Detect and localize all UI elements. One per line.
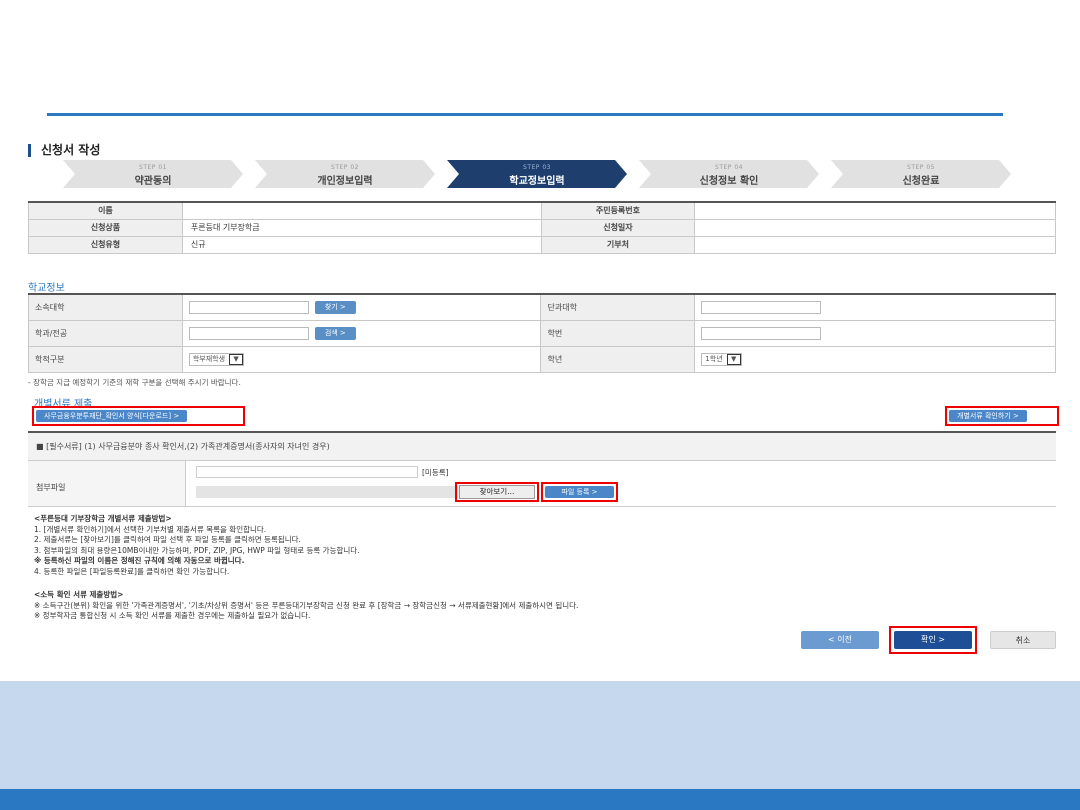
top-divider	[47, 113, 1003, 116]
step-1: STEP 01 약관동의	[63, 160, 243, 188]
footer-band	[0, 681, 1080, 789]
chevron-down-icon: ▼	[229, 353, 244, 365]
date-value	[694, 218, 1056, 237]
confirm-button[interactable]: 확인 >	[894, 631, 972, 649]
file-name-field	[196, 466, 418, 478]
step-5: STEP 05 신청완료	[831, 160, 1011, 188]
student-id-label: 학번	[540, 319, 696, 347]
college-label: 단과대학	[540, 293, 696, 321]
form-download-button[interactable]: 사무금융우분투재단_확인서 양식[다운로드] >	[36, 410, 188, 422]
applicant-info-table: 이름 주민등록번호 신청상품 푸른등대 기부장학금 신청일자 신청유형 신규 기…	[28, 201, 1056, 254]
product-value: 푸른등대 기부장학금	[181, 218, 542, 237]
enrollment-note: - 장학금 지급 예정학기 기준의 재학 구분을 선택해 주시기 바랍니다.	[28, 378, 241, 387]
student-id-cell	[694, 319, 1056, 347]
status-select[interactable]: 학부재학생 ▼	[188, 352, 245, 366]
type-value: 신규	[181, 235, 542, 254]
univ-cell: 찾기 >	[181, 293, 542, 321]
donor-value	[694, 235, 1056, 254]
rrn-label: 주민등록번호	[540, 201, 696, 220]
dept-label: 학과/전공	[28, 319, 183, 347]
date-label: 신청일자	[540, 218, 696, 237]
footer-bar	[0, 789, 1080, 810]
student-id-input[interactable]	[701, 326, 822, 340]
school-info-title: 학교정보	[28, 283, 65, 294]
submission-instructions: <푸른등대 기부장학금 개별서류 제출방법> 1. [개별서류 확인하기]에서 …	[34, 514, 360, 576]
check-docs-button[interactable]: 개별서류 확인하기 >	[949, 410, 1027, 422]
cancel-button[interactable]: 취소	[990, 631, 1056, 649]
college-cell	[694, 293, 1056, 321]
school-info-table: 소속대학 찾기 > 단과대학 학과/전공 검색 > 학번 학적구분 학부재학생 ▼…	[28, 293, 1056, 373]
univ-input[interactable]	[188, 300, 309, 314]
browse-button[interactable]: 찾아보기...	[459, 485, 535, 499]
univ-search-button[interactable]: 찾기 >	[314, 300, 356, 314]
type-label: 신청유형	[28, 235, 183, 254]
dept-cell: 검색 >	[181, 319, 542, 347]
status-label: 학적구분	[28, 345, 183, 373]
rrn-value	[694, 201, 1056, 220]
grade-cell: 1학년 ▼	[694, 345, 1056, 373]
dept-search-button[interactable]: 검색 >	[314, 326, 356, 340]
status-cell: 학부재학생 ▼	[181, 345, 542, 373]
income-instructions: <소득 확인 서류 제출방법> ※ 소득구간(분위) 확인을 위한 '가족관계증…	[34, 590, 579, 620]
file-register-button[interactable]: 파일 등록 >	[545, 486, 614, 498]
prev-button[interactable]: < 이전	[801, 631, 879, 649]
donor-label: 기부처	[540, 235, 696, 254]
doc-item-header: ■ [필수서류] (1) 사무금융분야 종사 확인서,(2) 가족관계증명서(종…	[28, 433, 1056, 461]
chevron-down-icon: ▼	[726, 353, 741, 365]
step-3-active: STEP 03 학교정보입력	[447, 160, 627, 188]
page-title: 신청서 작성	[28, 144, 100, 157]
product-label: 신청상품	[28, 218, 183, 237]
univ-label: 소속대학	[28, 293, 183, 321]
step-2: STEP 02 개인정보입력	[255, 160, 435, 188]
file-path-field[interactable]	[196, 486, 458, 498]
attach-cell: [미등록]	[186, 461, 1056, 507]
file-status: [미등록]	[422, 468, 449, 477]
name-label: 이름	[28, 201, 183, 220]
grade-label: 학년	[540, 345, 696, 373]
step-4: STEP 04 신청정보 확인	[639, 160, 819, 188]
college-input[interactable]	[701, 300, 822, 314]
step-progress: STEP 01 약관동의 STEP 02 개인정보입력 STEP 03 학교정보입력 …	[63, 160, 1023, 188]
grade-select[interactable]: 1학년 ▼	[701, 352, 742, 366]
name-value	[181, 201, 542, 220]
attach-label: 첨부파일	[28, 461, 186, 507]
dept-input[interactable]	[188, 326, 309, 340]
